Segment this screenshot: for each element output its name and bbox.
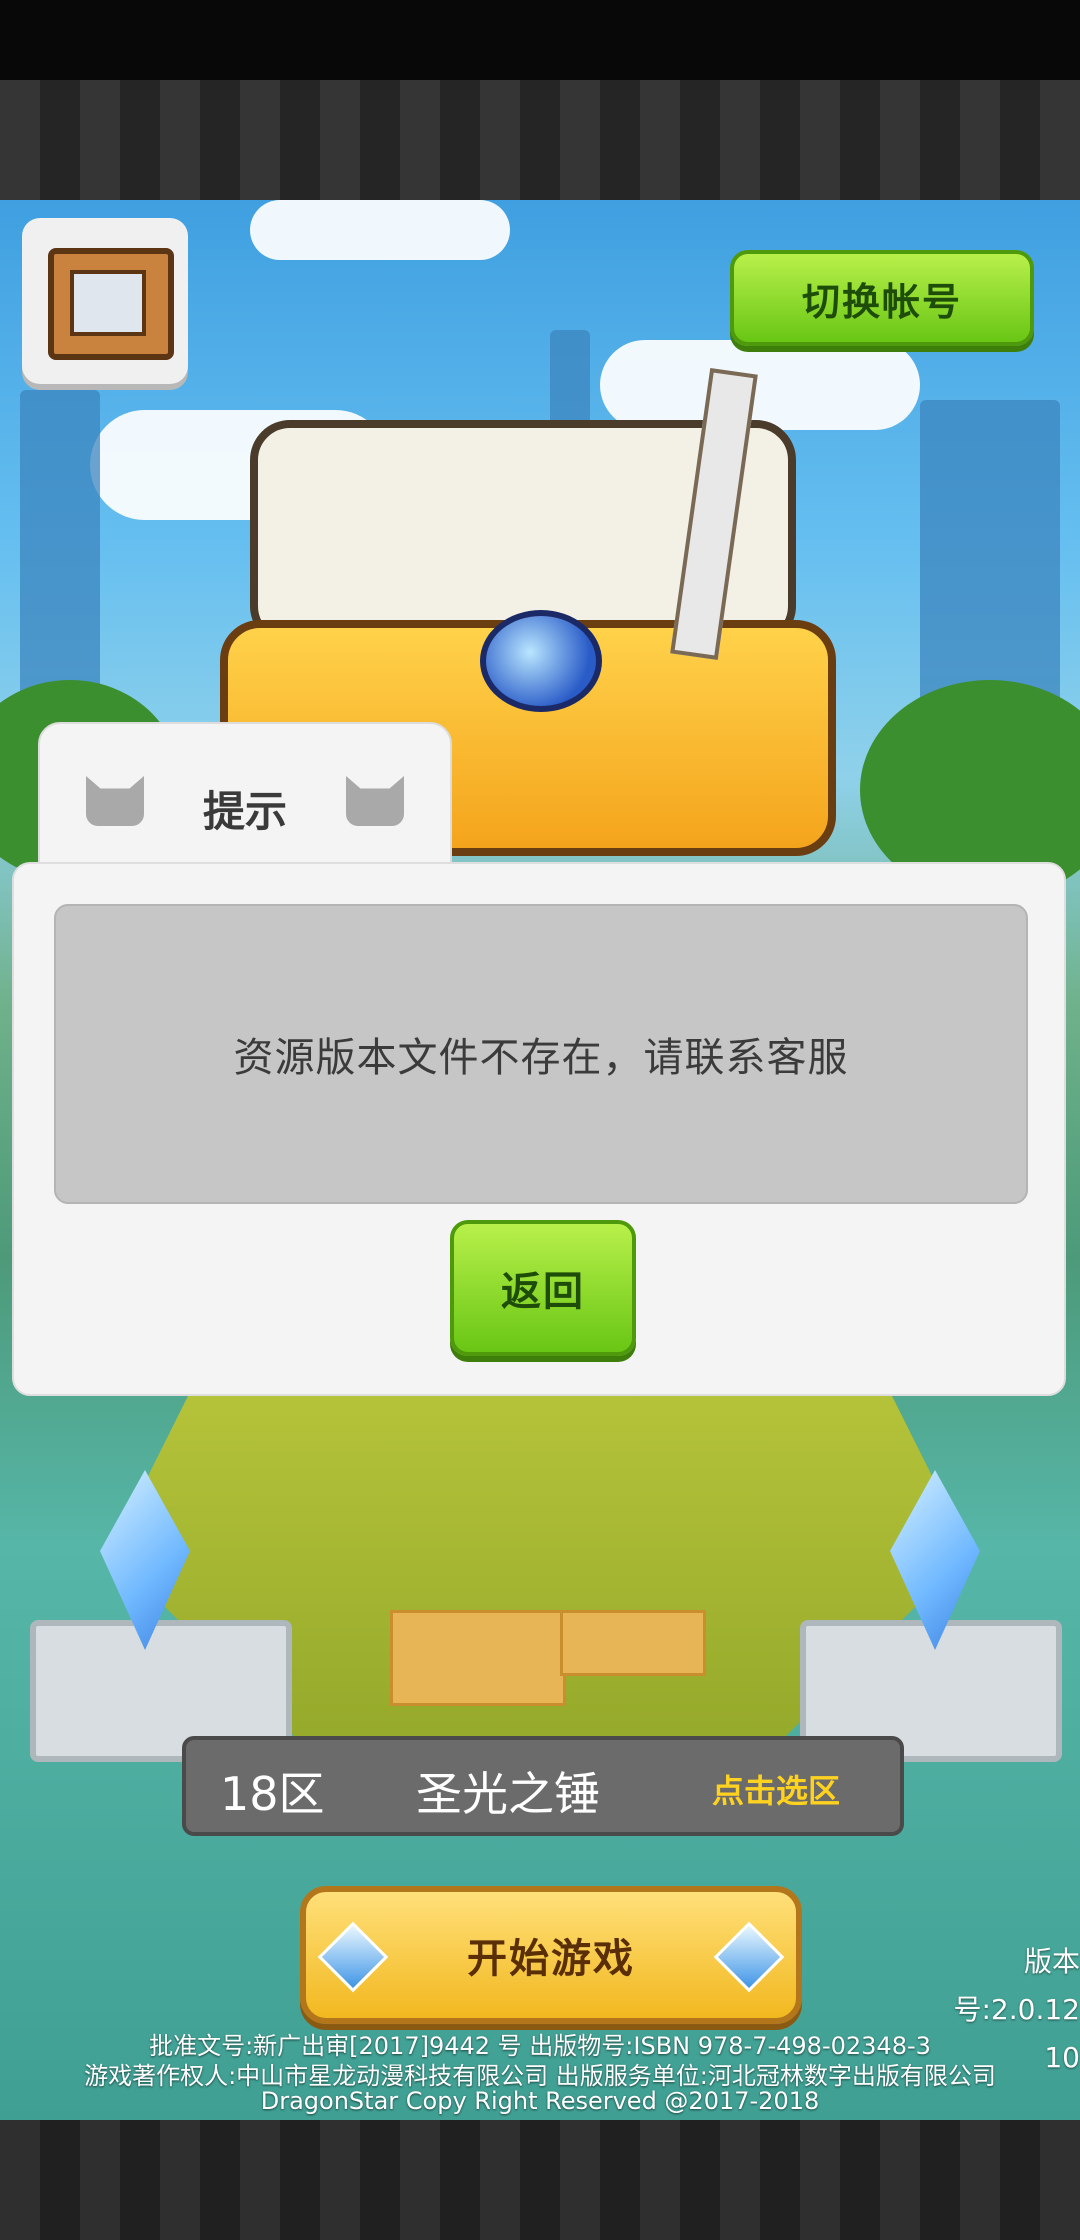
floor-tile bbox=[560, 1610, 706, 1676]
start-game-button[interactable]: 开始游戏 bbox=[300, 1886, 802, 2024]
status-bar bbox=[0, 0, 1080, 80]
back-button[interactable]: 返回 bbox=[450, 1220, 636, 1356]
legal-line-2: 游戏著作权人:中山市星龙动漫科技有限公司 出版服务单位:河北冠林数字出版有限公司 bbox=[84, 2062, 996, 2090]
dialog-panel: 资源版本文件不存在，请联系客服 返回 bbox=[12, 862, 1066, 1396]
legal-line-3: DragonStar Copy Right Reserved @2017-201… bbox=[260, 2087, 820, 2115]
gem-icon bbox=[713, 1921, 785, 1993]
server-name: 圣光之锤 bbox=[416, 1767, 600, 1821]
dialog-message: 资源版本文件不存在，请联系客服 bbox=[54, 904, 1028, 1204]
start-game-label: 开始游戏 bbox=[467, 1936, 635, 1982]
gem-icon bbox=[317, 1921, 389, 1993]
server-select-bar[interactable]: 18区 圣光之锤 点击选区 bbox=[182, 1736, 904, 1836]
cloud bbox=[250, 200, 510, 260]
decorative-frame-bottom bbox=[0, 2120, 1080, 2240]
menu-button[interactable] bbox=[22, 218, 188, 384]
version-line-1: 版本号:2.0.12 bbox=[953, 1945, 1080, 2026]
house-icon bbox=[48, 248, 174, 360]
switch-account-button[interactable]: 切换帐号 bbox=[730, 250, 1034, 346]
server-zone: 18区 bbox=[220, 1767, 325, 1821]
logo-orb bbox=[480, 610, 602, 712]
decorative-frame-top bbox=[0, 80, 1080, 200]
floor-tile bbox=[390, 1610, 566, 1706]
select-server-button[interactable]: 点击选区 bbox=[712, 1766, 840, 1812]
dialog-title-tab: 提示 bbox=[38, 722, 452, 866]
